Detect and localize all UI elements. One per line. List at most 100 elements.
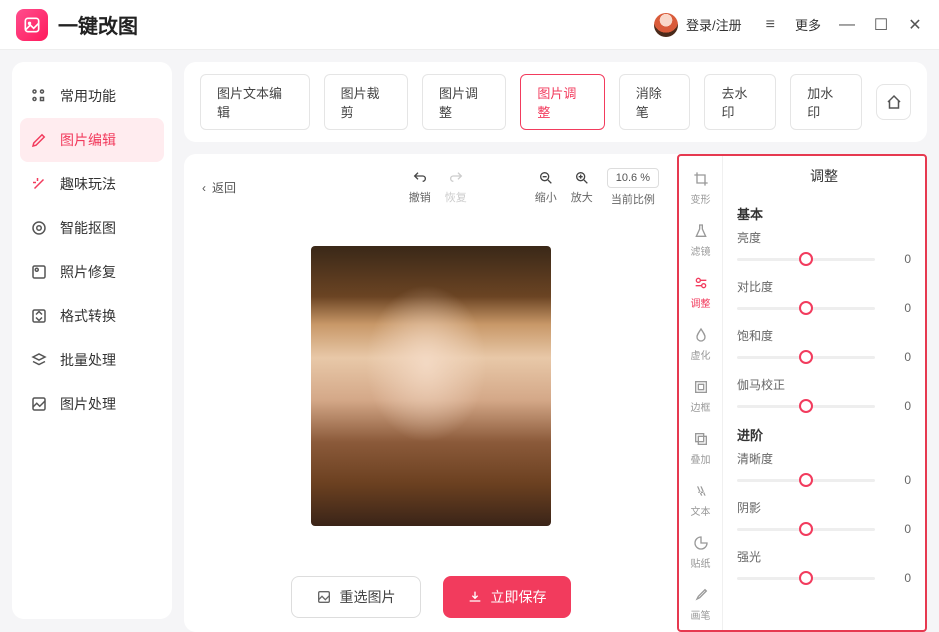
magic-icon [30,175,48,193]
app-title: 一键改图 [58,10,138,39]
tab-text-edit[interactable]: 图片文本编辑 [200,74,310,130]
sidebar-item-common[interactable]: 常用功能 [12,74,172,118]
layers-icon [692,430,710,448]
canvas[interactable] [202,207,659,564]
target-icon [30,219,48,237]
home-icon [885,93,903,111]
photo-icon [30,263,48,281]
sidebar-label: 图片处理 [60,394,116,414]
text-icon [692,482,710,500]
group-advanced: 进阶 [737,425,911,444]
sidebar-label: 批量处理 [60,350,116,370]
titlebar: 一键改图 登录/注册 ≡ 更多 ― ☐ ✕ [0,0,939,50]
group-basic: 基本 [737,204,911,223]
sidebar-label: 常用功能 [60,86,116,106]
tool-strip: 变形 滤镜 调整 虚化 边框 叠加 文本 贴纸 画笔 [679,156,723,630]
tab-add-wm[interactable]: 加水印 [790,74,862,130]
slider-value: 0 [885,473,911,487]
zoom-out-button[interactable]: 缩小 [535,170,557,205]
shadow-slider[interactable] [737,528,875,531]
brightness-slider[interactable] [737,258,875,261]
slider-label: 亮度 [737,229,911,246]
back-button[interactable]: ‹ 返回 [202,179,236,196]
slider-value: 0 [885,350,911,364]
slider-label: 强光 [737,548,911,565]
sidebar-item-cutout[interactable]: 智能抠图 [12,206,172,250]
strip-text[interactable]: 文本 [679,474,722,526]
slider-value: 0 [885,301,911,315]
slider-label: 阴影 [737,499,911,516]
zoom-in-button[interactable]: 放大 [571,170,593,205]
border-icon [692,378,710,396]
zoom-ratio: 10.6 % 当前比例 [607,168,659,207]
gamma-slider[interactable] [737,405,875,408]
slider-label: 对比度 [737,278,911,295]
maximize-button[interactable]: ☐ [873,17,889,33]
highlight-slider[interactable] [737,577,875,580]
convert-icon [30,307,48,325]
drop-icon [692,326,710,344]
slider-value: 0 [885,571,911,585]
image-icon [316,589,332,605]
tab-adjust-2[interactable]: 图片调整 [520,74,604,130]
reselect-button[interactable]: 重选图片 [291,576,421,618]
sidebar: 常用功能 图片编辑 趣味玩法 智能抠图 照片修复 格式转换 批量处理 图片处理 [12,62,172,619]
strip-adjust[interactable]: 调整 [679,266,722,318]
tabs: 图片文本编辑 图片裁剪 图片调整 图片调整 消除笔 去水印 加水印 [184,62,927,142]
edit-icon [30,131,48,149]
tab-crop[interactable]: 图片裁剪 [324,74,408,130]
login-link[interactable]: 登录/注册 [686,15,742,34]
download-icon [467,589,483,605]
more-menu-label[interactable]: 更多 [795,15,821,34]
ratio-value: 10.6 % [607,168,659,188]
back-label: 返回 [212,179,236,196]
strip-blur[interactable]: 虚化 [679,318,722,370]
sidebar-item-edit[interactable]: 图片编辑 [20,118,164,162]
sticker-icon [692,534,710,552]
flask-icon [692,222,710,240]
strip-sticker[interactable]: 贴纸 [679,526,722,578]
close-button[interactable]: ✕ [907,17,923,33]
sidebar-item-fun[interactable]: 趣味玩法 [12,162,172,206]
sidebar-item-convert[interactable]: 格式转换 [12,294,172,338]
adjust-panel: 调整 基本 亮度0 对比度0 饱和度0 伽马校正0 进阶 清晰度0 阴影0 强光… [723,156,925,630]
sidebar-label: 智能抠图 [60,218,116,238]
chevron-left-icon: ‹ [202,181,206,195]
strip-brush[interactable]: 画笔 [679,578,722,630]
strip-overlay[interactable]: 叠加 [679,422,722,474]
strip-transform[interactable]: 变形 [679,162,722,214]
crop-icon [692,170,710,188]
undo-button[interactable]: 撤销 [409,170,431,205]
strip-border[interactable]: 边框 [679,370,722,422]
zoom-in-icon [574,170,590,186]
more-menu-icon[interactable]: ≡ [766,16,777,34]
saturation-slider[interactable] [737,356,875,359]
sidebar-item-restore[interactable]: 照片修复 [12,250,172,294]
image-preview [311,246,551,526]
slider-value: 0 [885,399,911,413]
sidebar-item-process[interactable]: 图片处理 [12,382,172,426]
panel-title: 调整 [737,166,911,196]
sidebar-label: 图片编辑 [60,130,116,150]
zoom-out-icon [538,170,554,186]
sharpness-slider[interactable] [737,479,875,482]
stack-icon [30,351,48,369]
strip-filter[interactable]: 滤镜 [679,214,722,266]
slider-label: 伽马校正 [737,376,911,393]
tab-eraser[interactable]: 消除笔 [619,74,691,130]
redo-icon [448,170,464,186]
tab-remove-wm[interactable]: 去水印 [704,74,776,130]
sidebar-item-batch[interactable]: 批量处理 [12,338,172,382]
save-button[interactable]: 立即保存 [443,576,571,618]
slider-label: 饱和度 [737,327,911,344]
slider-value: 0 [885,252,911,266]
avatar[interactable] [654,13,678,37]
home-button[interactable] [876,84,911,120]
sliders-icon [692,274,710,292]
redo-button[interactable]: 恢复 [445,170,467,205]
image-icon [30,395,48,413]
contrast-slider[interactable] [737,307,875,310]
sidebar-label: 趣味玩法 [60,174,116,194]
tab-adjust[interactable]: 图片调整 [422,74,506,130]
minimize-button[interactable]: ― [839,17,855,33]
